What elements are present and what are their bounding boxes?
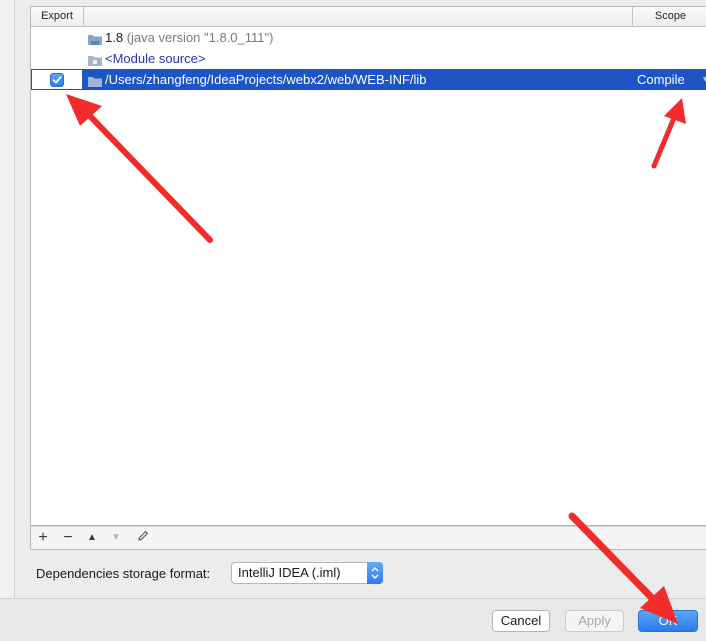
jdk-folder-icon xyxy=(87,31,102,45)
select-stepper-icon xyxy=(367,562,383,584)
scope-column-header[interactable]: Scope xyxy=(632,7,706,26)
name-column-header[interactable] xyxy=(84,7,632,26)
module-source-label: <Module source> xyxy=(105,51,206,66)
storage-format-value: IntelliJ IDEA (.iml) xyxy=(238,565,341,580)
storage-format-select[interactable]: IntelliJ IDEA (.iml) xyxy=(231,562,383,584)
left-panel-edge xyxy=(0,0,15,598)
apply-button[interactable]: Apply xyxy=(565,610,624,632)
scope-dropdown-icon[interactable]: ▼ xyxy=(701,69,706,90)
export-cell[interactable] xyxy=(31,69,83,90)
jdk-label: 1.8 (java version "1.8.0_111") xyxy=(105,27,273,48)
jdk-version: 1.8 xyxy=(105,30,124,45)
export-column-header[interactable]: Export xyxy=(31,7,84,26)
cancel-button[interactable]: Cancel xyxy=(492,610,550,632)
dependencies-toolbar: + − ▲ ▼ xyxy=(30,526,706,550)
edit-dependency-button[interactable] xyxy=(134,530,152,546)
move-up-button[interactable]: ▲ xyxy=(83,530,101,546)
jdk-version-detail: (java version "1.8.0_111") xyxy=(126,30,274,45)
ok-button[interactable]: OK xyxy=(638,610,698,632)
module-source-folder-icon xyxy=(87,52,102,66)
table-row-jdk[interactable]: 1.8 (java version "1.8.0_111") xyxy=(31,27,706,48)
move-down-button[interactable]: ▼ xyxy=(107,530,125,546)
table-row-module-source[interactable]: <Module source> xyxy=(31,48,706,69)
checkmark-icon xyxy=(52,76,62,84)
lib-folder-icon xyxy=(87,73,102,87)
storage-format-label: Dependencies storage format: xyxy=(36,566,211,581)
pencil-icon xyxy=(138,530,149,541)
export-checkbox[interactable] xyxy=(50,73,64,87)
remove-dependency-button[interactable]: − xyxy=(59,530,77,546)
scope-value[interactable]: Compile xyxy=(637,69,685,90)
lib-path-label: /Users/zhangfeng/IdeaProjects/webx2/web/… xyxy=(105,72,427,87)
table-header: Export Scope xyxy=(31,7,706,27)
table-row-lib-selected[interactable]: /Users/zhangfeng/IdeaProjects/webx2/web/… xyxy=(31,69,706,90)
add-dependency-button[interactable]: + xyxy=(34,530,52,546)
dependencies-table[interactable]: Export Scope 1.8 (java version "1.8.0_11… xyxy=(30,6,706,526)
